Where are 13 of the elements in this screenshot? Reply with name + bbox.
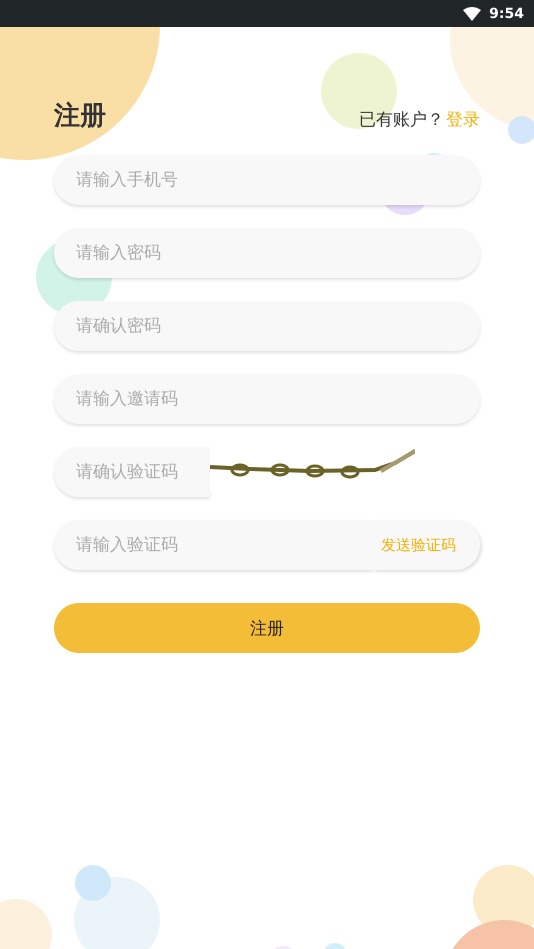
send-code-link[interactable]: 发送验证码 xyxy=(373,520,480,570)
input-field[interactable]: 请输入邀请码 xyxy=(54,374,480,424)
account-prompt: 已有账户？ xyxy=(359,108,444,130)
input-field[interactable]: 请确认验证码 xyxy=(54,447,210,497)
input-field[interactable]: 请输入验证码 xyxy=(54,520,373,570)
register-button[interactable]: 注册 xyxy=(54,603,480,653)
login-link[interactable]: 登录 xyxy=(446,108,480,130)
password-field[interactable]: 请确认密码 xyxy=(54,301,480,351)
page-title: 注册 xyxy=(54,100,106,132)
wifi-icon xyxy=(463,6,482,20)
status-time: 9:54 xyxy=(489,6,524,22)
password-field[interactable]: 请输入密码 xyxy=(54,228,480,278)
input-field[interactable]: 请输入手机号 xyxy=(54,155,480,205)
